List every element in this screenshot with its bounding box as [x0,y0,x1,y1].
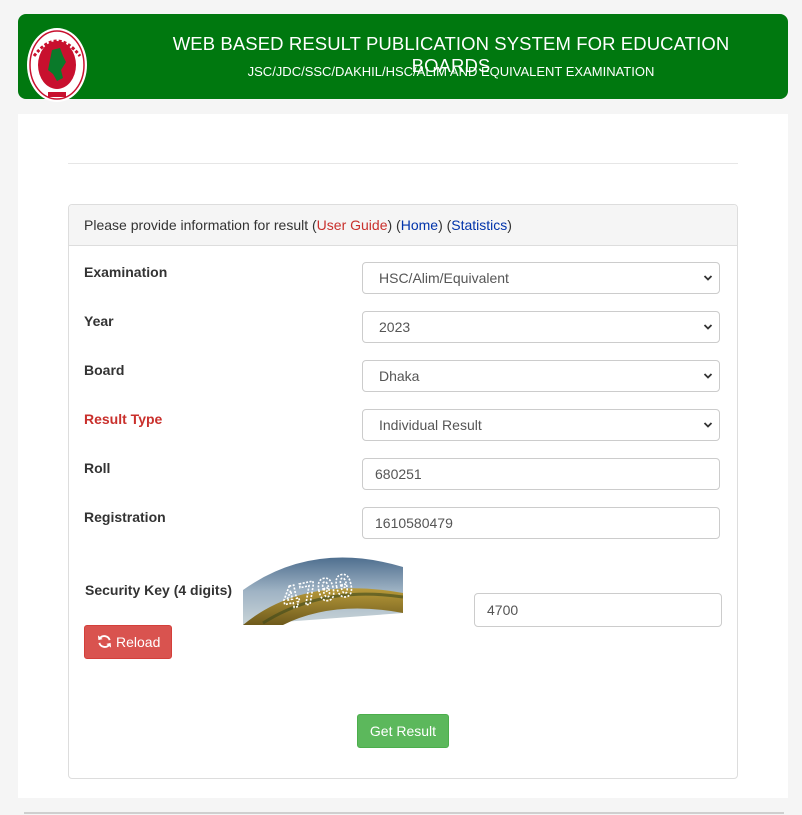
government-seal-icon [27,28,87,102]
roll-input[interactable]: 680251 [362,458,720,490]
header-subtitle: JSC/JDC/SSC/DAKHIL/HSC/ALIM AND EQUIVALE… [247,64,655,79]
examination-select[interactable]: HSC/Alim/Equivalent [362,262,720,294]
panel-heading: Please provide information for result (U… [69,205,737,246]
main-content: Please provide information for result (U… [18,114,788,798]
result-type-value: Individual Result [379,417,482,433]
year-select[interactable]: 2023 [362,311,720,343]
captcha-image: 4700 [243,555,403,625]
year-value: 2023 [379,319,411,335]
security-key-label: Security Key (4 digits) [85,582,233,598]
security-key-input[interactable]: 4700 [474,593,722,627]
examination-label: Examination [84,264,168,280]
chevron-down-icon [703,275,713,281]
result-form-panel: Please provide information for result (U… [68,204,738,779]
home-link[interactable]: Home [401,217,438,233]
refresh-icon [97,635,112,648]
reload-button[interactable]: Reload [84,625,172,659]
registration-label: Registration [84,509,166,525]
footer-divider [24,812,784,814]
site-header: WEB BASED RESULT PUBLICATION SYSTEM FOR … [18,14,788,102]
roll-label: Roll [84,460,111,476]
statistics-link[interactable]: Statistics [451,217,507,233]
board-label: Board [84,362,125,378]
chevron-down-icon [703,422,713,428]
board-select[interactable]: Dhaka [362,360,720,392]
result-type-label: Result Type [84,411,163,427]
panel-heading-text: Please provide information for result (U… [84,217,512,233]
chevron-down-icon [703,324,713,330]
heading-prefix: Please provide information for result [84,217,312,233]
user-guide-link[interactable]: User Guide [317,217,388,233]
chevron-down-icon [703,373,713,379]
year-label: Year [84,313,114,329]
result-type-select[interactable]: Individual Result [362,409,720,441]
get-result-button[interactable]: Get Result [357,714,449,748]
reload-label: Reload [116,634,161,650]
divider [68,163,738,164]
registration-input[interactable]: 1610580479 [362,507,720,539]
board-value: Dhaka [379,368,420,384]
examination-value: HSC/Alim/Equivalent [379,270,509,286]
